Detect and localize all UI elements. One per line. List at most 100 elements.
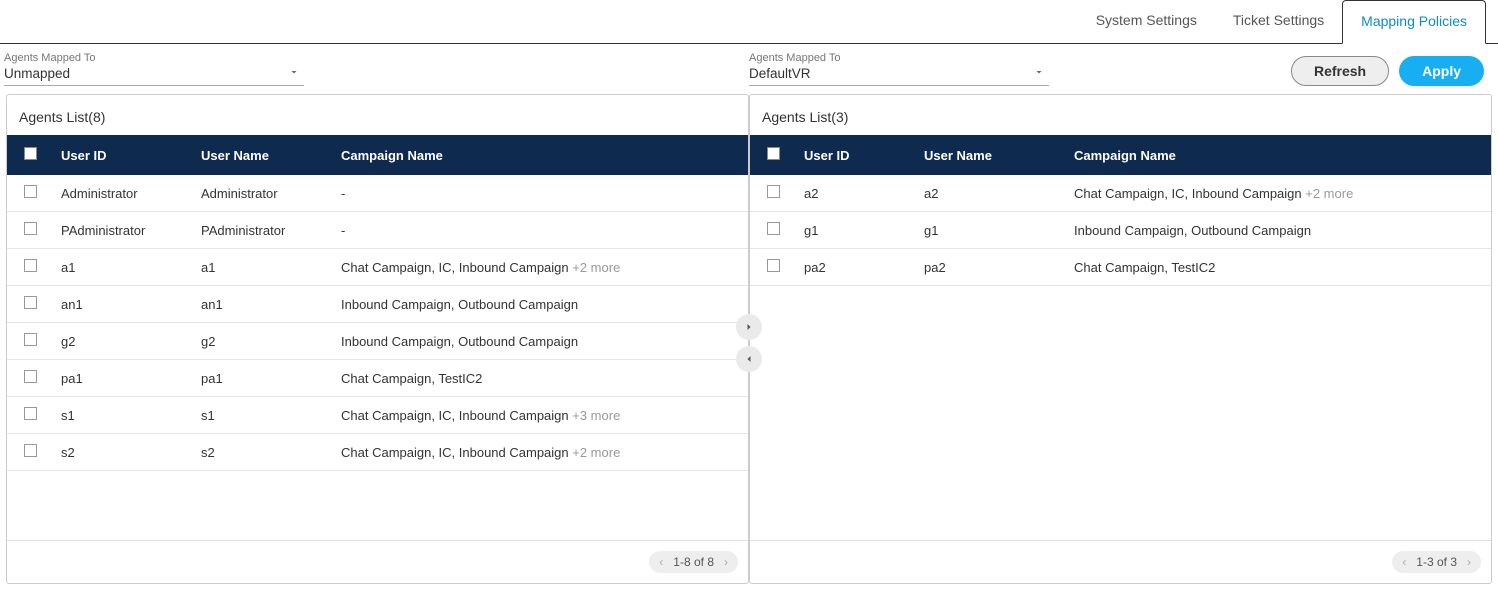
tab-ticket-settings[interactable]: Ticket Settings [1215, 0, 1342, 43]
right-panel: Agents List(3) User ID User Name Campaig… [749, 94, 1492, 584]
left-dropdown-value: Unmapped [4, 66, 70, 81]
row-checkbox[interactable] [767, 185, 780, 198]
cell-userid: a1 [53, 249, 193, 286]
more-indicator[interactable]: +2 more [572, 445, 620, 460]
cell-campaign: Chat Campaign, IC, Inbound Campaign +3 m… [333, 397, 748, 434]
left-page-info: 1-8 of 8 [673, 555, 714, 569]
move-right-button[interactable] [736, 314, 762, 340]
table-row: g2g2Inbound Campaign, Outbound Campaign [7, 323, 748, 360]
table-row: AdministratorAdministrator- [7, 175, 748, 212]
cell-username: s2 [193, 434, 333, 471]
top-tab-bar: System Settings Ticket Settings Mapping … [0, 0, 1498, 44]
right-dropdown[interactable]: DefaultVR [749, 64, 1049, 86]
cell-campaign: Chat Campaign, IC, Inbound Campaign +2 m… [333, 249, 748, 286]
row-checkbox[interactable] [24, 407, 37, 420]
cell-username: PAdministrator [193, 212, 333, 249]
row-checkbox[interactable] [767, 222, 780, 235]
cell-username: g2 [193, 323, 333, 360]
cell-username: an1 [193, 286, 333, 323]
row-checkbox[interactable] [767, 259, 780, 272]
row-checkbox[interactable] [24, 259, 37, 272]
table-row: a2a2Chat Campaign, IC, Inbound Campaign … [750, 175, 1491, 212]
cell-username: s1 [193, 397, 333, 434]
right-dropdown-label: Agents Mapped To [749, 52, 1049, 64]
table-row: a1a1Chat Campaign, IC, Inbound Campaign … [7, 249, 748, 286]
table-row: s2s2Chat Campaign, IC, Inbound Campaign … [7, 434, 748, 471]
table-row: pa1pa1Chat Campaign, TestIC2 [7, 360, 748, 397]
left-dropdown[interactable]: Unmapped [4, 64, 304, 86]
transfer-controls [736, 314, 762, 372]
right-col-campaign: Campaign Name [1066, 135, 1491, 175]
table-row: pa2pa2Chat Campaign, TestIC2 [750, 249, 1491, 286]
cell-userid: g1 [796, 212, 916, 249]
chevron-down-icon [288, 66, 300, 81]
right-col-username: User Name [916, 135, 1066, 175]
cell-userid: pa2 [796, 249, 916, 286]
left-dropdown-label: Agents Mapped To [4, 52, 304, 64]
right-dropdown-value: DefaultVR [749, 66, 811, 81]
tab-mapping-policies[interactable]: Mapping Policies [1342, 0, 1486, 44]
table-row: PAdministratorPAdministrator- [7, 212, 748, 249]
cell-username: Administrator [193, 175, 333, 212]
left-select-all-checkbox[interactable] [24, 147, 37, 160]
cell-userid: PAdministrator [53, 212, 193, 249]
left-list-title: Agents List(8) [7, 95, 748, 135]
chevron-down-icon [1033, 66, 1045, 81]
more-indicator[interactable]: +2 more [572, 260, 620, 275]
cell-username: a2 [916, 175, 1066, 212]
row-checkbox[interactable] [24, 185, 37, 198]
tab-system-settings[interactable]: System Settings [1078, 0, 1215, 43]
left-panel: Agents List(8) User ID User Name Campaig… [6, 94, 749, 584]
cell-campaign: - [333, 175, 748, 212]
refresh-button[interactable]: Refresh [1291, 56, 1389, 86]
right-prev-page[interactable]: ‹ [1402, 555, 1406, 569]
left-next-page[interactable]: › [724, 555, 728, 569]
right-select-all-checkbox[interactable] [767, 147, 780, 160]
cell-userid: g2 [53, 323, 193, 360]
right-paginator: ‹ 1-3 of 3 › [750, 540, 1491, 583]
row-checkbox[interactable] [24, 370, 37, 383]
left-prev-page[interactable]: ‹ [659, 555, 663, 569]
row-checkbox[interactable] [24, 333, 37, 346]
cell-campaign: Inbound Campaign, Outbound Campaign [333, 323, 748, 360]
left-col-campaign: Campaign Name [333, 135, 748, 175]
left-paginator: ‹ 1-8 of 8 › [7, 540, 748, 583]
apply-button[interactable]: Apply [1399, 56, 1484, 86]
cell-campaign: Inbound Campaign, Outbound Campaign [333, 286, 748, 323]
right-list-title: Agents List(3) [750, 95, 1491, 135]
move-left-button[interactable] [736, 346, 762, 372]
left-col-userid: User ID [53, 135, 193, 175]
cell-campaign: Chat Campaign, IC, Inbound Campaign +2 m… [1066, 175, 1491, 212]
row-checkbox[interactable] [24, 296, 37, 309]
cell-userid: s2 [53, 434, 193, 471]
controls-row: Agents Mapped To Unmapped Agents Mapped … [0, 44, 1498, 94]
cell-username: a1 [193, 249, 333, 286]
right-table: User ID User Name Campaign Name a2a2Chat… [750, 135, 1491, 286]
row-checkbox[interactable] [24, 222, 37, 235]
left-col-username: User Name [193, 135, 333, 175]
cell-userid: pa1 [53, 360, 193, 397]
cell-campaign: Chat Campaign, IC, Inbound Campaign +2 m… [333, 434, 748, 471]
table-row: g1g1Inbound Campaign, Outbound Campaign [750, 212, 1491, 249]
panels: Agents List(8) User ID User Name Campaig… [0, 94, 1498, 592]
right-page-info: 1-3 of 3 [1416, 555, 1457, 569]
right-next-page[interactable]: › [1467, 555, 1471, 569]
cell-username: g1 [916, 212, 1066, 249]
row-checkbox[interactable] [24, 444, 37, 457]
cell-userid: s1 [53, 397, 193, 434]
cell-userid: Administrator [53, 175, 193, 212]
cell-campaign: - [333, 212, 748, 249]
cell-userid: an1 [53, 286, 193, 323]
cell-campaign: Inbound Campaign, Outbound Campaign [1066, 212, 1491, 249]
more-indicator[interactable]: +2 more [1305, 186, 1353, 201]
left-table: User ID User Name Campaign Name Administ… [7, 135, 748, 471]
right-col-userid: User ID [796, 135, 916, 175]
more-indicator[interactable]: +3 more [572, 408, 620, 423]
cell-campaign: Chat Campaign, TestIC2 [1066, 249, 1491, 286]
table-row: s1s1Chat Campaign, IC, Inbound Campaign … [7, 397, 748, 434]
table-row: an1an1Inbound Campaign, Outbound Campaig… [7, 286, 748, 323]
cell-campaign: Chat Campaign, TestIC2 [333, 360, 748, 397]
cell-userid: a2 [796, 175, 916, 212]
cell-username: pa1 [193, 360, 333, 397]
cell-username: pa2 [916, 249, 1066, 286]
